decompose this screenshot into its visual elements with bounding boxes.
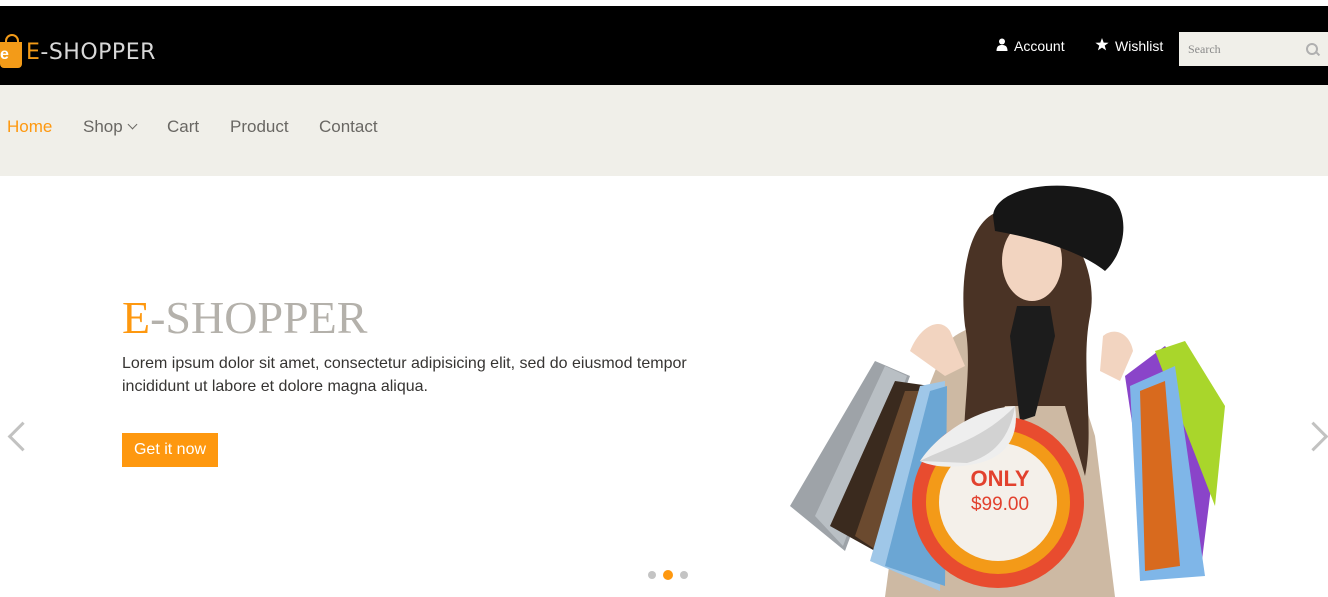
chevron-left-icon[interactable]	[7, 421, 38, 452]
get-it-now-button[interactable]: Get it now	[122, 433, 218, 467]
price-value: $99.00	[970, 494, 1030, 515]
slider-dot-3[interactable]	[680, 571, 688, 579]
nav-item-shop[interactable]: Shop	[83, 117, 138, 137]
search-icon[interactable]	[1306, 43, 1318, 55]
hero-text: Lorem ipsum dolor sit amet, consectetur …	[122, 355, 687, 395]
logo-text: E-SHOPPER	[26, 40, 156, 65]
logo-prefix: E	[26, 39, 41, 65]
logo[interactable]: e E-SHOPPER	[0, 34, 156, 70]
hero-title-rest: -SHOPPER	[150, 292, 368, 343]
slider-dot-2[interactable]	[663, 570, 673, 580]
price-badge: ONLY $99.00	[940, 466, 1060, 516]
account-link[interactable]: Account	[996, 36, 1065, 56]
hero-slider: E-SHOPPER Lorem ipsum dolor sit amet, co…	[0, 176, 1328, 597]
star-icon	[1095, 38, 1109, 54]
wishlist-label: Wishlist	[1115, 38, 1164, 54]
slider-dots	[648, 570, 688, 580]
logo-bag-letter: e	[0, 46, 9, 63]
chevron-down-icon	[127, 119, 138, 130]
nav-item-product[interactable]: Product	[230, 117, 289, 137]
main-nav: Home Shop Cart Product Contact	[0, 85, 1328, 176]
wishlist-link[interactable]: Wishlist	[1095, 36, 1163, 56]
search-input[interactable]	[1179, 34, 1306, 64]
account-label: Account	[1014, 38, 1065, 54]
search-box	[1179, 32, 1328, 66]
chevron-right-icon[interactable]	[1298, 421, 1328, 452]
hero-title: E-SHOPPER	[122, 291, 367, 344]
nav-item-cart[interactable]: Cart	[167, 117, 199, 137]
logo-rest: -SHOPPER	[40, 39, 156, 65]
user-icon	[996, 38, 1008, 54]
nav-item-shop-label: Shop	[83, 117, 123, 136]
hero-image	[790, 185, 1225, 597]
nav-item-home[interactable]: Home	[7, 117, 52, 137]
price-only-label: ONLY	[970, 466, 1030, 491]
hero-title-prefix: E	[122, 292, 151, 343]
slider-dot-1[interactable]	[648, 571, 656, 579]
nav-item-contact[interactable]: Contact	[319, 117, 378, 137]
shopping-bag-icon: e	[0, 34, 22, 68]
header-bar: e E-SHOPPER Account Wishlist	[0, 6, 1328, 85]
